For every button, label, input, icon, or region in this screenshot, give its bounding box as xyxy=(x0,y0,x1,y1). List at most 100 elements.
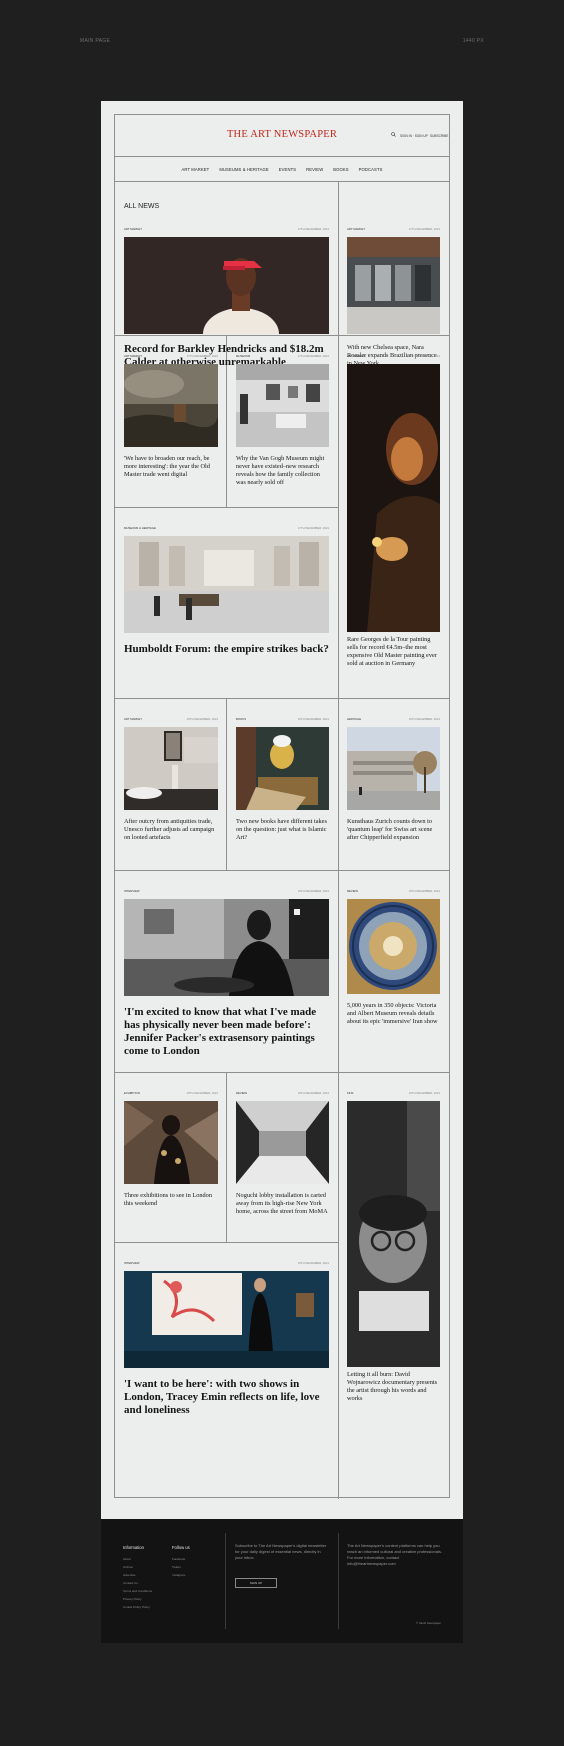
nav-item-art-market[interactable]: ART MARKET xyxy=(182,167,210,172)
footer-social-link[interactable]: Instagram xyxy=(172,1573,185,1577)
site-footer: Information About Archive Advertise Cont… xyxy=(101,1519,463,1643)
article-category: ART MARKET xyxy=(347,227,365,231)
article-image[interactable] xyxy=(124,536,329,633)
article-headline[interactable]: Kunsthaus Zurich counts down to 'quantum… xyxy=(347,818,440,842)
newsletter-signup-button[interactable]: SIGN UP xyxy=(235,1578,277,1588)
article-date: 16TH DECEMBER, 2021 xyxy=(408,889,440,893)
footer-social-link[interactable]: Twitter xyxy=(172,1565,181,1569)
article-headline[interactable]: Letting it all burn: David Wojnarowicz d… xyxy=(347,1371,440,1403)
article-date: 17TH DECEMBER, 2021 xyxy=(297,526,329,530)
article-headline[interactable]: 5,000 years in 350 objects: Victoria and… xyxy=(347,1002,440,1026)
page-label: MAIN PAGE xyxy=(80,38,111,44)
nav-item-review[interactable]: REVIEW xyxy=(306,167,323,172)
article-image[interactable] xyxy=(347,899,440,994)
article-headline[interactable]: Why the Van Gogh Museum might never have… xyxy=(236,455,329,487)
article-date: 16TH DECEMBER, 2021 xyxy=(297,889,329,893)
footer-social-link[interactable]: Facebook xyxy=(172,1557,185,1561)
article-category: MUSEUMS & HERITAGE xyxy=(124,526,156,530)
article-image[interactable] xyxy=(236,1101,329,1184)
article-headline[interactable]: Two new books have different takes on th… xyxy=(236,818,329,842)
article-card[interactable]: EXHIBITION 15TH DECEMBER, 2021 Three exh… xyxy=(124,1091,218,1231)
article-date: 17TH DECEMBER, 2021 xyxy=(297,227,329,231)
footer-link[interactable]: Advertise xyxy=(123,1573,136,1577)
footer-info-heading: Information xyxy=(123,1545,144,1550)
article-image[interactable] xyxy=(347,364,440,632)
article-headline[interactable]: After outcry from antiquities trade, Une… xyxy=(124,818,218,842)
row-divider xyxy=(115,507,338,508)
footer-link[interactable]: About xyxy=(123,1557,131,1561)
section-title: ALL NEWS xyxy=(124,203,160,210)
article-headline[interactable]: 'I want to be here': with two shows in L… xyxy=(124,1378,329,1417)
masthead: THE ART NEWSPAPER SIGN IN · SIGN UP SUBS… xyxy=(115,115,449,157)
nav-item-museums[interactable]: MUSEUMS & HERITAGE xyxy=(219,167,268,172)
article-headline[interactable]: Noguchi lobby installation is carted awa… xyxy=(236,1192,329,1216)
article-date: 15TH DECEMBER, 2021 xyxy=(186,1091,218,1095)
footer-link[interactable]: Terms and Conditions xyxy=(123,1589,152,1593)
footer-link[interactable]: Cookie Policy Policy xyxy=(123,1605,150,1609)
nav-item-podcasts[interactable]: PODCASTS xyxy=(359,167,383,172)
article-date: 16TH DECEMBER, 2021 xyxy=(297,717,329,721)
article-category: EXHIBITION xyxy=(124,1091,140,1095)
subscribe-link[interactable]: SUBSCRIBE xyxy=(430,134,448,138)
page-sheet: THE ART NEWSPAPER SIGN IN · SIGN UP SUBS… xyxy=(101,101,463,1519)
column-divider xyxy=(226,698,227,870)
article-image[interactable] xyxy=(124,1101,218,1184)
page-width-label: 1440 px xyxy=(462,38,484,44)
article-date: 15TH DECEMBER, 2021 xyxy=(297,1261,329,1265)
article-category: ART MARKET xyxy=(124,227,142,231)
footer-newsletter-text: Subscribe to The Art Newspaper's digital… xyxy=(235,1543,327,1560)
article-headline[interactable]: 'We have to broaden our reach, be more i… xyxy=(124,455,218,479)
article-card[interactable]: REVIEW 16TH DECEMBER, 2021 5,000 years i… xyxy=(347,889,440,1064)
article-headline[interactable]: Rare Georges de la Tour painting sells f… xyxy=(347,636,440,668)
article-card[interactable]: INTERVIEW 15TH DECEMBER, 2021 'I want to… xyxy=(124,1261,329,1436)
footer-link[interactable]: Archive xyxy=(123,1565,133,1569)
article-image[interactable] xyxy=(347,727,440,810)
article-image[interactable] xyxy=(236,364,329,447)
article-card[interactable]: HERITAGE 16TH DECEMBER, 2021 Kunsthaus Z… xyxy=(347,717,440,857)
sign-in-link[interactable]: SIGN IN · SIGN UP xyxy=(400,134,428,138)
row-divider xyxy=(115,698,449,699)
article-category: REVIEW xyxy=(236,1091,248,1095)
article-card[interactable]: ART MARKET 17TH DECEMBER, 2021 'We have … xyxy=(124,354,218,494)
footer-link[interactable]: Contact Us xyxy=(123,1581,138,1585)
search-icon[interactable] xyxy=(391,132,396,138)
article-card[interactable]: ART MARKET 17TH DECEMBER, 2021 Rare Geor… xyxy=(347,354,440,689)
site-logo[interactable]: THE ART NEWSPAPER xyxy=(115,129,449,140)
nav-item-events[interactable]: EVENTS xyxy=(279,167,296,172)
nav-item-books[interactable]: BOOKS xyxy=(333,167,348,172)
article-headline[interactable]: Three exhibitions to see in London this … xyxy=(124,1192,218,1208)
article-category: REVIEW xyxy=(347,889,359,893)
article-image[interactable] xyxy=(124,899,329,996)
article-date: 16TH DECEMBER, 2021 xyxy=(186,717,218,721)
footer-link[interactable]: Privacy Policy xyxy=(123,1597,142,1601)
article-image[interactable] xyxy=(124,237,329,334)
article-headline[interactable]: Humboldt Forum: the empire strikes back? xyxy=(124,643,329,656)
article-card[interactable]: ART MARKET 17TH DECEMBER, 2021 Record fo… xyxy=(124,227,329,381)
article-image[interactable] xyxy=(124,364,218,447)
column-divider xyxy=(226,1072,227,1242)
footer-divider xyxy=(225,1533,226,1629)
article-category: INTERVIEW xyxy=(124,889,140,893)
article-card[interactable]: ART MARKET 16TH DECEMBER, 2021 After out… xyxy=(124,717,218,857)
article-image[interactable] xyxy=(347,1101,440,1367)
article-headline[interactable]: 'I'm excited to know that what I've made… xyxy=(124,1006,329,1058)
article-card[interactable]: REVIEW 15TH DECEMBER, 2021 Noguchi lobby… xyxy=(236,1091,329,1231)
main-nav: ART MARKET MUSEUMS & HERITAGE EVENTS REV… xyxy=(115,157,449,182)
footer-credit: © Vandt Newspaper xyxy=(416,1621,441,1625)
footer-about-text: The Art Newspaper's content platforms ca… xyxy=(347,1543,442,1566)
article-card[interactable]: ART MARKET 17TH DECEMBER, 2021 With new … xyxy=(347,227,440,367)
article-category: INTERVIEW xyxy=(124,1261,140,1265)
row-divider xyxy=(115,335,449,336)
article-card[interactable]: MUSEUMS & HERITAGE 17TH DECEMBER, 2021 H… xyxy=(124,526,329,686)
article-image[interactable] xyxy=(347,237,440,334)
article-image[interactable] xyxy=(236,727,329,810)
article-card[interactable]: FILM 15TH DECEMBER, 2021 Letting it all … xyxy=(347,1091,440,1426)
article-card[interactable]: BOOKS 16TH DECEMBER, 2021 Two new books … xyxy=(236,717,329,857)
article-date: 17TH DECEMBER, 2021 xyxy=(408,227,440,231)
article-card[interactable]: MUSEUMS 17TH DECEMBER, 2021 Why the Van … xyxy=(236,354,329,494)
article-category: ART MARKET xyxy=(347,354,365,358)
content-frame: THE ART NEWSPAPER SIGN IN · SIGN UP SUBS… xyxy=(114,114,450,1499)
article-card[interactable]: INTERVIEW 16TH DECEMBER, 2021 'I'm excit… xyxy=(124,889,329,1064)
article-image[interactable] xyxy=(124,727,218,810)
article-image[interactable] xyxy=(124,1271,329,1368)
